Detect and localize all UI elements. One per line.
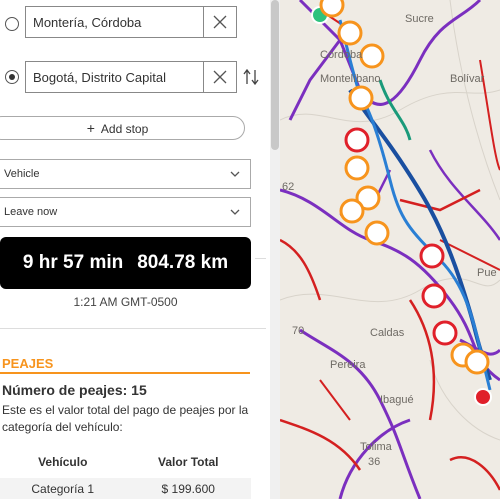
divider: [255, 258, 266, 259]
chevron-down-icon: [230, 171, 240, 177]
map-label-ibague: Ibagué: [380, 394, 414, 406]
map-label-62: 62: [282, 181, 294, 193]
map-label-montelibano: Montelíbano: [320, 73, 381, 85]
chevron-down-icon: [230, 209, 240, 215]
origin-text: Montería, Córdoba: [33, 15, 142, 30]
column-header-vehiculo: Vehículo: [38, 455, 88, 469]
add-stop-label: Add stop: [100, 122, 149, 136]
depart-select-value: Leave now: [4, 206, 58, 218]
destination-field[interactable]: Bogotá, Distrito Capital: [25, 61, 237, 93]
add-stop-button[interactable]: + Add stop: [0, 116, 245, 140]
row-value: $ 199.600: [161, 482, 215, 496]
route-map[interactable]: Sucre Córdoba Montelíbano Bolívar Caldas…: [280, 0, 500, 499]
swap-icon[interactable]: [243, 68, 259, 86]
route-summary: 9 hr 57 min 804.78 km: [0, 237, 251, 289]
row-category: Categoría 1: [31, 482, 95, 496]
arrival-time: 1:21 AM GMT-0500: [73, 295, 178, 309]
vehicle-select[interactable]: Vehicle: [0, 159, 251, 189]
destination-text: Bogotá, Distrito Capital: [33, 70, 166, 85]
destination-radio[interactable]: [5, 70, 19, 84]
peajes-table-header: Vehículo Valor Total: [0, 446, 251, 479]
map-label-pereira: Pereira: [330, 359, 366, 371]
divider: [0, 328, 266, 329]
peajes-count: Número de peajes: 15: [2, 382, 147, 398]
directions-panel: Montería, Córdoba Bogotá, Distrito Capit…: [0, 0, 266, 499]
vehicle-select-value: Vehicle: [4, 168, 40, 180]
peajes-underline: [0, 372, 250, 374]
map-label-sucre: Sucre: [405, 13, 434, 25]
route-distance: 804.78 km: [137, 252, 229, 273]
map-label-bolivar: Bolívar: [450, 73, 485, 85]
route-duration: 9 hr 57 min: [22, 252, 124, 273]
map-label-tolima: Tolima: [360, 441, 393, 453]
map-label-70: 70: [292, 325, 304, 337]
peajes-description: Este es el valor total del pago de peaje…: [2, 403, 249, 434]
map-label-36: 36: [368, 456, 380, 468]
map-label-cordoba: Córdoba: [320, 49, 363, 61]
map-label-caldas: Caldas: [370, 327, 405, 339]
scrollbar-thumb[interactable]: [271, 0, 279, 150]
peajes-heading: PEAJES: [2, 356, 54, 371]
depart-select[interactable]: Leave now: [0, 197, 251, 227]
column-header-valor: Valor Total: [158, 455, 219, 469]
origin-radio[interactable]: [5, 17, 19, 31]
plus-icon: +: [86, 120, 95, 136]
clear-origin-icon[interactable]: [203, 7, 236, 37]
map-label-pue: Pue: [477, 267, 497, 279]
panel-scrollbar[interactable]: [270, 0, 280, 499]
origin-field[interactable]: Montería, Córdoba: [25, 6, 237, 38]
clear-destination-icon[interactable]: [203, 62, 236, 92]
table-row: Categoría 1 $ 199.600: [0, 478, 251, 499]
